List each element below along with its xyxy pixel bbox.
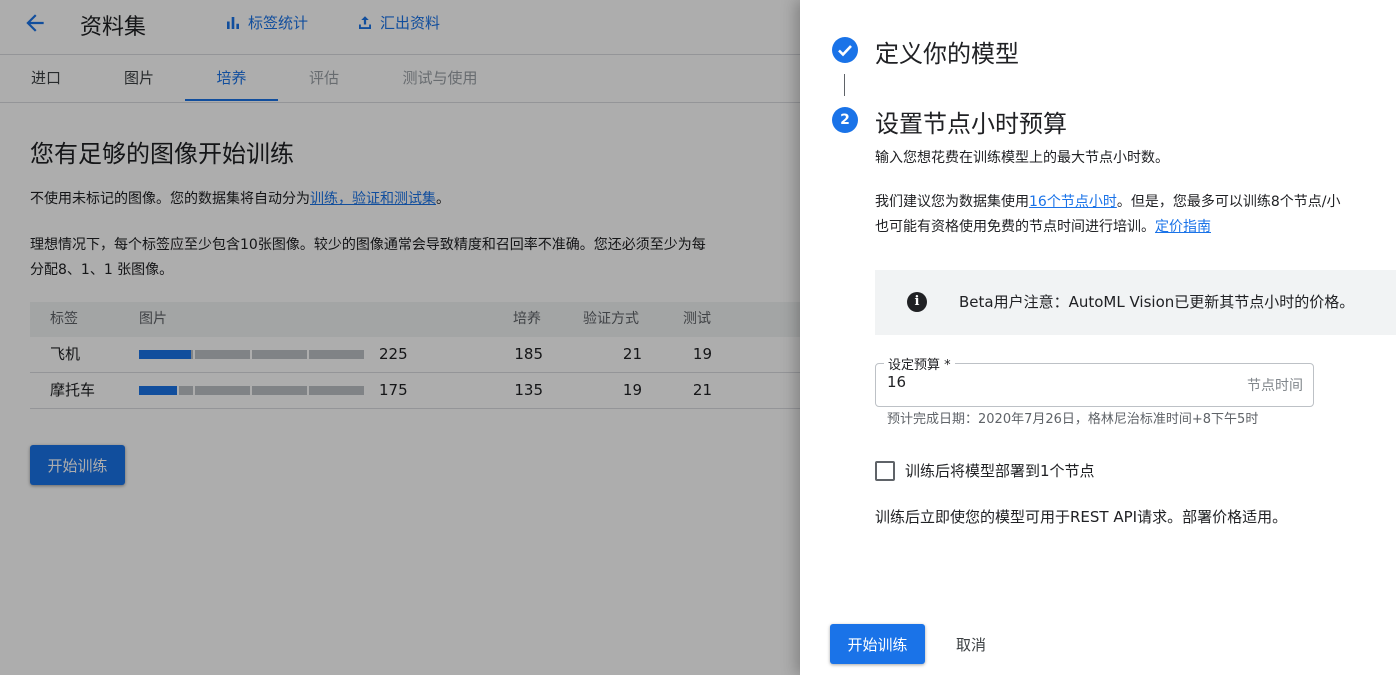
recommended-hours-link[interactable]: 16个节点小时 bbox=[1029, 194, 1117, 210]
free-hours-text: 也可能有资格使用免费的节点时间进行培训。 bbox=[875, 219, 1155, 235]
deploy-note: 训练后立即使您的模型可用于REST API请求。部署价格适用。 bbox=[875, 508, 1288, 526]
free-hours-line: 也可能有资格使用免费的节点时间进行培训。定价指南 bbox=[875, 215, 1211, 239]
beta-notice: i Beta用户注意：AutoML Vision已更新其节点小时的价格。 bbox=[875, 270, 1396, 335]
pricing-guide-link[interactable]: 定价指南 bbox=[1155, 219, 1211, 235]
modal-scrim[interactable] bbox=[0, 0, 800, 675]
budget-field[interactable]: 设定预算 * 节点时间 bbox=[875, 354, 1314, 407]
start-training-button[interactable]: 开始训练 bbox=[830, 624, 925, 664]
estimated-completion-hint: 预计完成日期：2020年7月26日，格林尼治标准时间+8下午5时 bbox=[887, 412, 1259, 427]
step1-title: 定义你的模型 bbox=[875, 40, 1019, 68]
budget-field-label: 设定预算 * bbox=[884, 354, 955, 373]
recommendation-text-end: 。但是，您最多可以训练8个节点/小 bbox=[1116, 194, 1341, 210]
deploy-checkbox-label[interactable]: 训练后将模型部署到1个节点 bbox=[905, 460, 1095, 481]
step-complete-check-icon bbox=[832, 37, 858, 63]
info-icon: i bbox=[907, 292, 927, 312]
cancel-button[interactable]: 取消 bbox=[940, 624, 1002, 664]
budget-input[interactable] bbox=[887, 373, 1187, 391]
budget-subtitle: 输入您想花费在训练模型上的最大节点小时数。 bbox=[875, 150, 1169, 166]
beta-notice-text: Beta用户注意：AutoML Vision已更新其节点小时的价格。 bbox=[959, 293, 1355, 311]
check-icon bbox=[838, 45, 852, 57]
training-side-panel: 定义你的模型 2 设置节点小时预算 输入您想花费在训练模型上的最大节点小时数。 … bbox=[800, 0, 1396, 675]
deploy-checkbox[interactable] bbox=[875, 461, 895, 481]
step2-title: 设置节点小时预算 bbox=[875, 110, 1067, 138]
recommendation-line: 我们建议您为数据集使用16个节点小时。但是，您最多可以训练8个节点/小 bbox=[875, 190, 1340, 214]
step2-number-badge: 2 bbox=[832, 107, 858, 133]
step-connector bbox=[844, 74, 845, 96]
budget-unit-suffix: 节点时间 bbox=[1247, 378, 1303, 394]
recommendation-text: 我们建议您为数据集使用 bbox=[875, 194, 1029, 210]
